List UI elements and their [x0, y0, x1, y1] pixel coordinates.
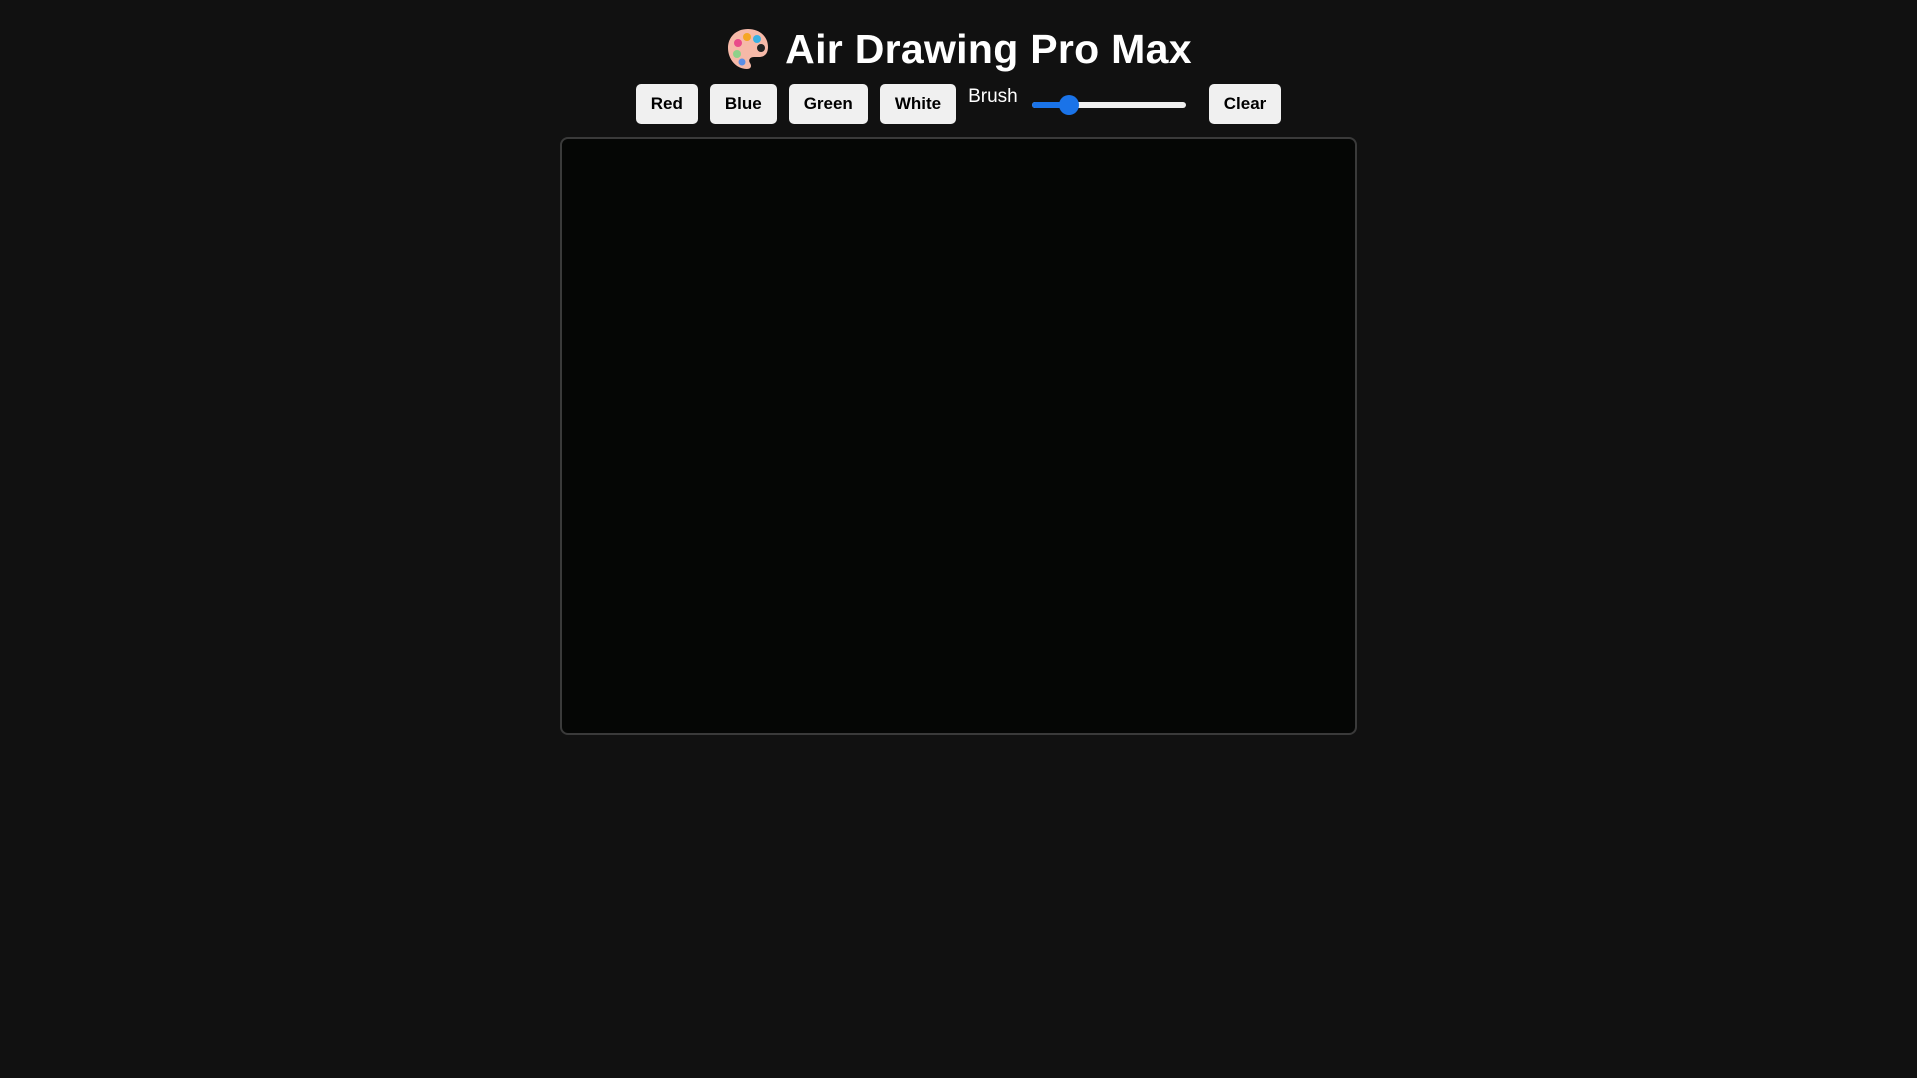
app-title: Air Drawing Pro Max — [785, 25, 1192, 72]
brush-label: Brush — [968, 86, 1018, 107]
green-color-button[interactable]: Green — [788, 84, 868, 124]
brush-size-slider[interactable] — [1028, 84, 1190, 124]
app-header: Air Drawing Pro Max — [0, 22, 1917, 76]
red-color-button[interactable]: Red — [635, 84, 698, 124]
clear-button[interactable]: Clear — [1208, 84, 1282, 124]
palette-icon — [728, 29, 769, 69]
white-color-button[interactable]: White — [879, 84, 957, 124]
drawing-canvas[interactable] — [560, 137, 1357, 735]
blue-color-button[interactable]: Blue — [709, 84, 777, 124]
brush-slider-thumb[interactable] — [1058, 95, 1079, 115]
toolbar: Red Blue Green White Brush Clear — [0, 84, 1917, 124]
